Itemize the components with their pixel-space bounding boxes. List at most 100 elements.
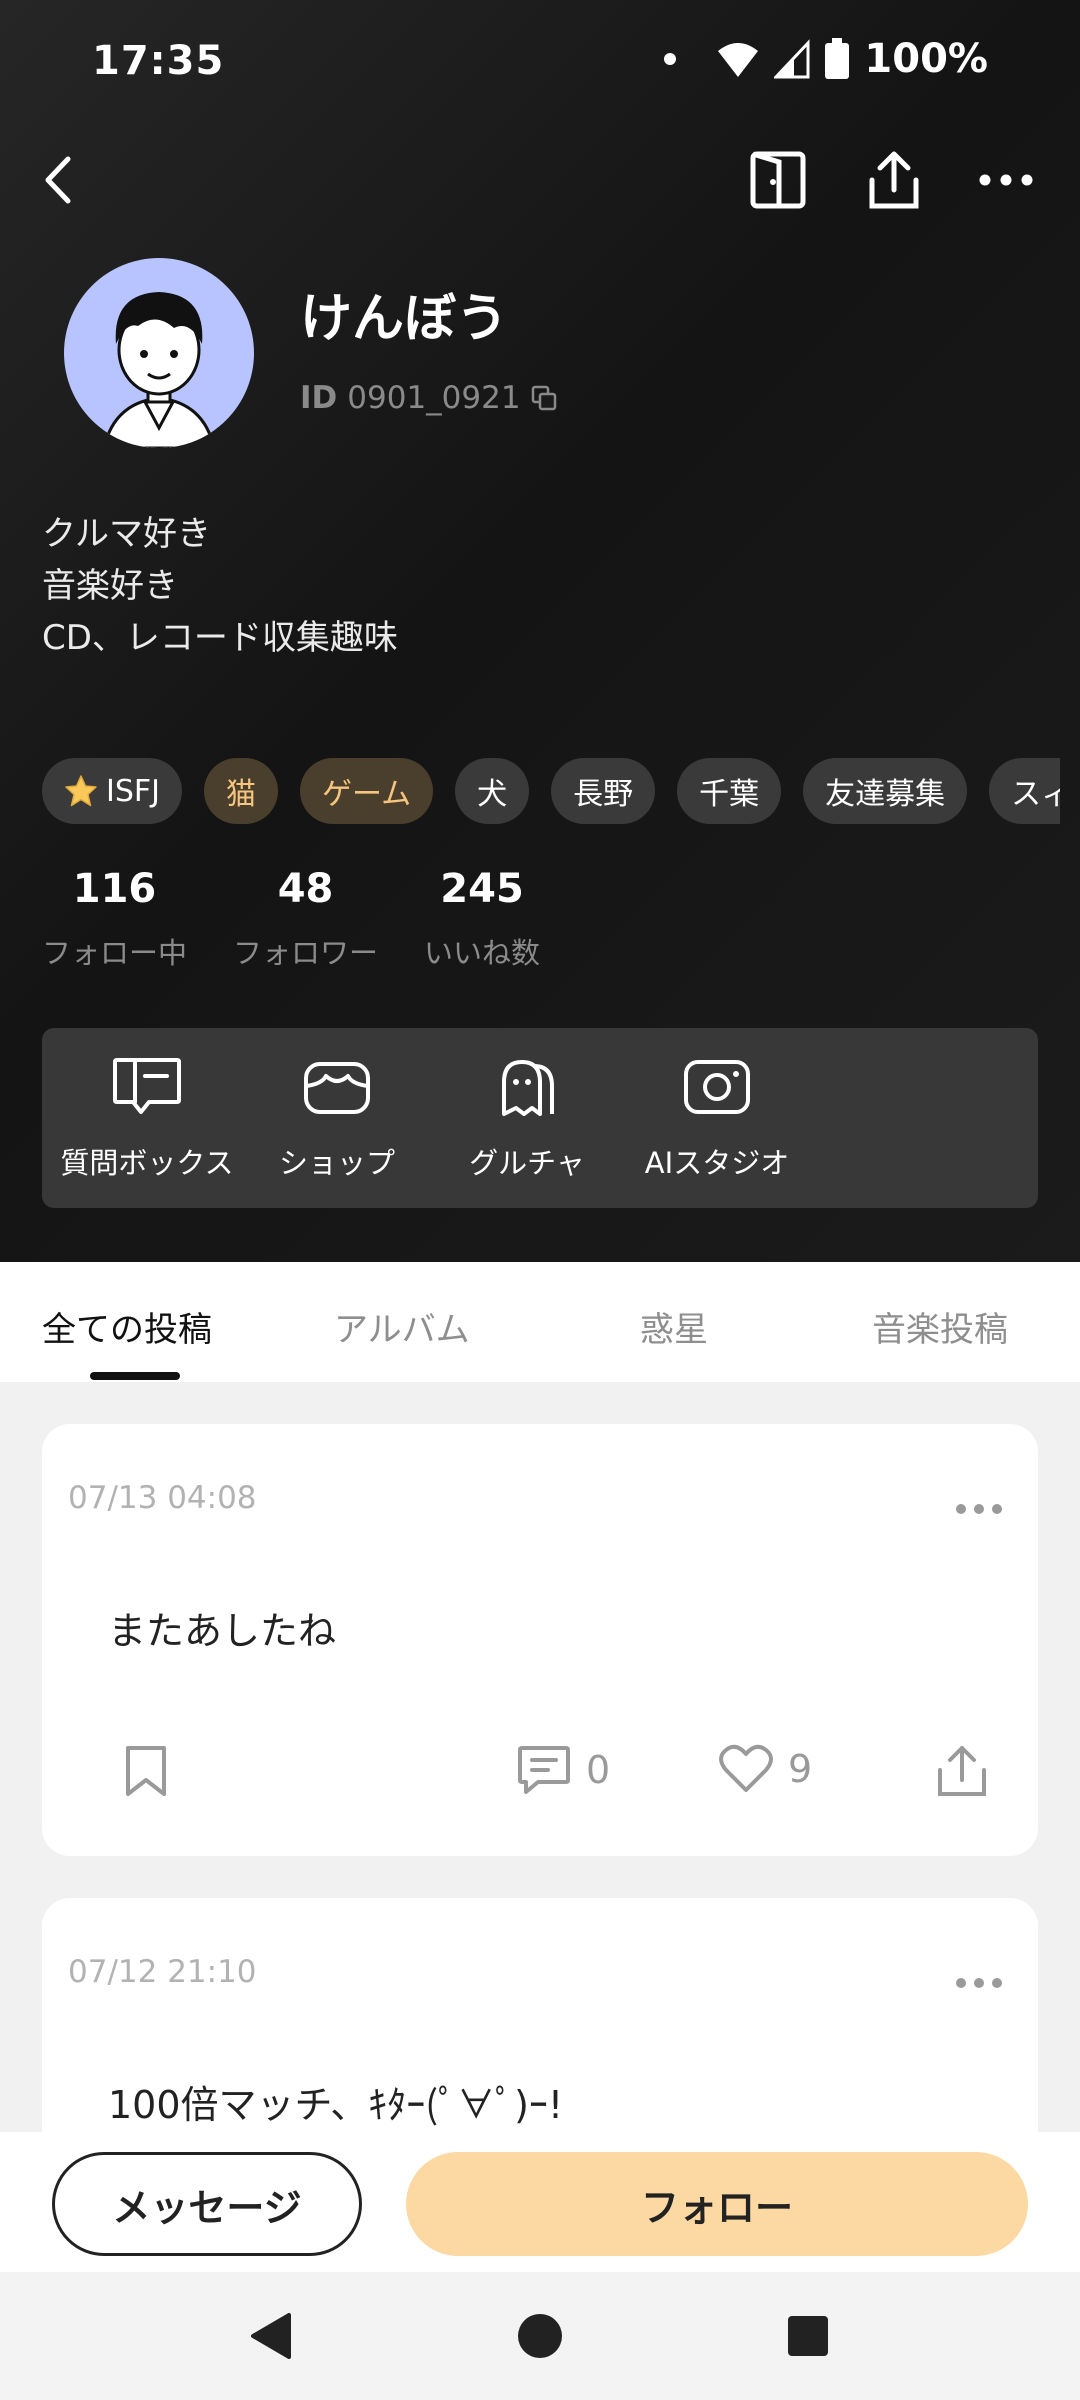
follow-button[interactable]: フォロー	[406, 2152, 1028, 2256]
tool-question-box[interactable]: 質問ボックス	[52, 1028, 242, 1208]
tag-nagano[interactable]: 長野	[551, 758, 656, 824]
username: けんぼう	[300, 289, 509, 349]
bio-line: クルマ好き	[42, 514, 211, 554]
battery-level: 100%	[864, 36, 988, 82]
active-tab-indicator	[90, 1372, 180, 1380]
user-id: ID 0901_0921	[300, 380, 557, 416]
notification-dot-icon	[664, 53, 677, 65]
tool-shop[interactable]: ショップ	[242, 1028, 432, 1208]
stat-value: 48	[277, 866, 334, 912]
nav-recents-icon	[788, 2316, 828, 2356]
bio-line: 音楽好き	[42, 566, 178, 606]
stat-label: フォロワー	[233, 936, 379, 970]
tool-ai-studio[interactable]: AIスタジオ	[622, 1028, 812, 1208]
heart-icon	[719, 1744, 773, 1792]
tag-cat[interactable]: 猫	[204, 758, 278, 824]
stat-likes[interactable]: 245 いいね数	[424, 866, 540, 972]
nav-back-button[interactable]	[240, 2306, 300, 2366]
tag-label: 猫	[226, 777, 256, 812]
profile-stats: 116 フォロー中 48 フォロワー 245 いいね数	[42, 866, 586, 972]
tag-label: ISFJ	[106, 773, 160, 809]
tag-chiba[interactable]: 千葉	[677, 758, 782, 824]
bio-line: CD、レコード収集趣味	[42, 618, 398, 658]
question-box-icon	[113, 1058, 181, 1114]
tag-label: 友達募集	[825, 777, 946, 812]
share-icon	[869, 151, 919, 209]
profile-bio: クルマ好き 音楽好き CD、レコード収集趣味	[42, 508, 398, 664]
post-actions: 0 9	[42, 1734, 1038, 1804]
room-button[interactable]	[738, 140, 818, 220]
share-button[interactable]	[854, 140, 934, 220]
status-icons: 100%	[664, 36, 988, 82]
stat-following[interactable]: 116 フォロー中	[42, 866, 187, 972]
post-share-button[interactable]	[936, 1744, 988, 1798]
post-time: 07/13 04:08	[68, 1480, 257, 1516]
post-more-icon[interactable]	[956, 1978, 1002, 1988]
tool-group-chat[interactable]: グルチャ	[432, 1028, 622, 1208]
stat-label: いいね数	[424, 936, 541, 970]
nav-recents-button[interactable]	[778, 2306, 838, 2366]
system-nav-bar	[0, 2272, 1080, 2400]
stat-label: フォロー中	[42, 936, 188, 970]
tag-label: スィ	[1011, 777, 1060, 812]
tag-label: 長野	[573, 777, 634, 812]
tool-label: AIスタジオ	[644, 1146, 790, 1180]
user-id-value: 0901_0921	[347, 380, 521, 416]
tag-partial[interactable]: スィ	[989, 758, 1060, 824]
group-chat-icon	[502, 1060, 554, 1116]
nav-home-button[interactable]	[510, 2306, 570, 2366]
message-button[interactable]: メッセージ	[52, 2152, 362, 2256]
post-tabs: 全ての投稿 アルバム 惑星 音楽投稿	[0, 1262, 1080, 1382]
status-time: 17:35	[92, 38, 225, 84]
comment-icon	[518, 1746, 570, 1794]
avatar[interactable]	[64, 258, 254, 448]
profile-header: 17:35 100% けんぼう ID 0901_0921 クルマ好き 音楽好き …	[0, 0, 1080, 1262]
back-button[interactable]	[20, 140, 100, 220]
copy-icon[interactable]	[531, 385, 557, 411]
post-text: 100倍マッチ、ｷﾀｰ(ﾟ∀ﾟ)ｰ!	[108, 2083, 564, 2127]
tag-isfj[interactable]: ISFJ	[42, 758, 182, 824]
tag-label: 千葉	[699, 777, 760, 812]
tag-friend-recruit[interactable]: 友達募集	[803, 758, 968, 824]
comment-count: 0	[586, 1748, 611, 1792]
ai-studio-icon	[684, 1060, 750, 1114]
stat-value: 245	[440, 866, 524, 912]
avatar-illustration-icon	[102, 292, 216, 448]
post-time: 07/12 21:10	[68, 1954, 257, 1990]
tag-dog[interactable]: 犬	[455, 758, 530, 824]
interest-tags: ISFJ 猫 ゲーム 犬 長野 千葉 友達募集 スィ	[42, 758, 1060, 824]
wifi-icon	[718, 43, 759, 77]
feature-tools: 質問ボックス ショップ グルチャ AIスタジオ	[42, 1028, 1038, 1208]
tool-label: ショップ	[278, 1146, 395, 1180]
nav-home-icon	[518, 2314, 562, 2358]
nav-back-icon	[251, 2313, 291, 2359]
signal-icon	[774, 39, 810, 79]
post-text: またあしたね	[108, 1609, 337, 1653]
profile-action-bar: メッセージ フォロー	[0, 2132, 1080, 2272]
tag-label: ゲーム	[322, 777, 412, 812]
door-icon	[750, 151, 806, 209]
tab-all-posts[interactable]: 全ての投稿	[42, 1302, 212, 1351]
bookmark-button[interactable]	[124, 1744, 168, 1798]
more-horizontal-icon	[979, 174, 1033, 186]
more-options-button[interactable]	[966, 140, 1046, 220]
tab-music-posts[interactable]: 音楽投稿	[872, 1302, 1008, 1351]
tag-game[interactable]: ゲーム	[300, 758, 434, 824]
stat-value: 116	[72, 866, 157, 912]
top-bar	[0, 140, 1080, 220]
like-button[interactable]: 9	[718, 1744, 812, 1794]
tag-label: 犬	[477, 777, 508, 812]
star-icon	[65, 775, 97, 807]
tab-planet[interactable]: 惑星	[640, 1302, 708, 1351]
tool-label: 質問ボックス	[60, 1146, 234, 1180]
tab-album[interactable]: アルバム	[334, 1302, 470, 1351]
user-id-label: ID	[300, 380, 338, 416]
tool-label: グルチャ	[469, 1146, 585, 1180]
share-icon	[938, 1746, 986, 1796]
like-count: 9	[788, 1747, 813, 1791]
stat-followers[interactable]: 48 フォロワー	[233, 866, 378, 972]
post-more-icon[interactable]	[956, 1504, 1002, 1514]
post-card[interactable]: 07/13 04:08 またあしたね 0 9	[42, 1424, 1038, 1856]
status-bar: 17:35 100%	[0, 0, 1080, 120]
comment-button[interactable]: 0	[516, 1744, 610, 1796]
